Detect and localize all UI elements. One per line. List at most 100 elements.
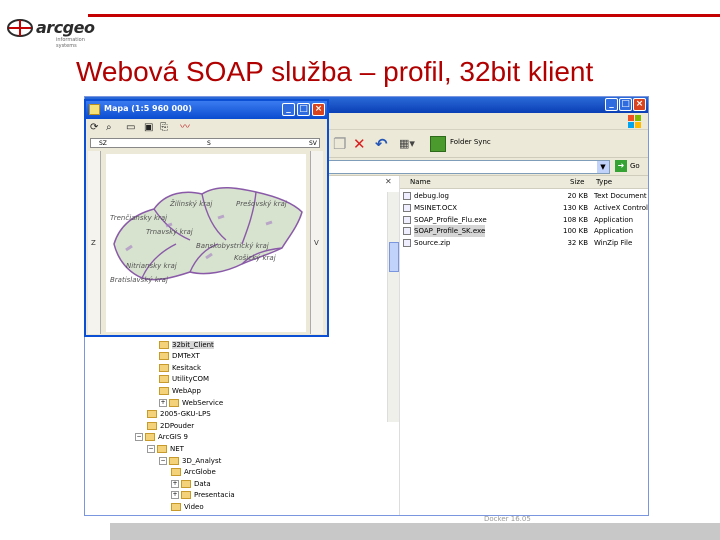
column-name[interactable]: Name	[410, 178, 431, 186]
pan-north-button[interactable]: S	[207, 140, 211, 147]
tree-item[interactable]: + Presentacia	[171, 490, 235, 501]
header-divider	[88, 14, 720, 17]
tree-expander-icon[interactable]: +	[171, 491, 179, 500]
go-button[interactable]: ➜ Go	[615, 160, 648, 174]
tree-item[interactable]: ArcGlobe	[171, 467, 216, 478]
file-size: 100 KB	[563, 227, 588, 236]
tree-item[interactable]: UtilityCOM	[159, 374, 209, 385]
file-list-header: Name Size Type	[400, 176, 648, 189]
slide-title: Webová SOAP služba – profil, 32bit klien…	[76, 56, 594, 87]
folder-icon	[169, 398, 179, 407]
file-row[interactable]: MSINET.OCX 130 KB ActiveX Control	[400, 202, 648, 214]
map-close-button[interactable]: ×	[312, 103, 325, 116]
file-icon	[403, 192, 411, 200]
map-titlebar[interactable]: Mapa (1:5 960 000) _ □ ×	[86, 101, 327, 119]
export-icon[interactable]: ⎘	[160, 122, 168, 134]
file-name: SOAP_Profile_SK.exe	[414, 225, 486, 238]
map-minimize-button[interactable]: _	[282, 103, 295, 116]
scrollbar-thumb[interactable]	[389, 242, 399, 272]
undo-icon[interactable]: ↶	[375, 136, 388, 152]
close-button[interactable]: ×	[633, 98, 646, 111]
tree-expander-icon[interactable]: +	[171, 479, 179, 488]
tree-item-label: WebService	[182, 398, 224, 407]
tree-item-label: NET	[170, 445, 184, 453]
tree-item[interactable]: − ArcGIS 9	[135, 432, 188, 443]
save-icon[interactable]: ▣	[144, 122, 153, 134]
column-type[interactable]: Type	[596, 178, 612, 186]
file-size: 108 KB	[563, 215, 588, 224]
tree-expander-icon[interactable]: −	[159, 456, 167, 465]
go-label: Go	[630, 162, 640, 170]
region-label: Nitriansky kraj	[126, 262, 177, 270]
folder-icon	[159, 340, 169, 349]
tree-item[interactable]: Video	[171, 502, 204, 513]
file-row[interactable]: Source.zip 32 KB WinZip File	[400, 237, 648, 249]
tree-item[interactable]: + Data	[171, 479, 211, 490]
region-label: Žilinský kraj	[170, 200, 213, 208]
tree-scrollbar[interactable]	[387, 192, 399, 422]
folder-icon	[171, 468, 181, 477]
views-icon[interactable]: ▦▾	[399, 136, 415, 152]
tree-item[interactable]: 32bit_Client	[159, 340, 214, 351]
map-pan-west-bar[interactable]: Z	[88, 151, 101, 334]
pan-east-button[interactable]: V	[314, 239, 319, 247]
file-icon	[403, 239, 411, 248]
folder-icon	[159, 363, 169, 372]
tree-item-label: Data	[194, 479, 211, 488]
tree-item[interactable]: Kesitack	[159, 363, 201, 374]
tree-expander-icon[interactable]: −	[135, 433, 143, 442]
tree-item[interactable]: 2005-GKU-LPS	[147, 409, 211, 420]
delete-icon[interactable]: ✕	[353, 136, 366, 152]
region-label: Bratislavský kraj	[110, 276, 168, 284]
pan-northeast-button[interactable]: SV	[309, 140, 317, 147]
map-window: Mapa (1:5 960 000) _ □ × ⟳ ⌕ ▭ ▣ ⎘ 〰 SZ …	[84, 99, 329, 337]
file-row[interactable]: debug.log 20 KB Text Document	[400, 190, 648, 202]
file-icon	[403, 203, 411, 212]
tree-item[interactable]: − 3D_Analyst	[159, 456, 221, 467]
file-row[interactable]: SOAP_Profile_Flu.exe 108 KB Application	[400, 214, 648, 226]
region-label: Trenčiansky kraj	[110, 214, 168, 222]
folder-icon	[157, 445, 167, 453]
tree-expander-icon[interactable]: +	[159, 398, 167, 407]
tree-item-label: 2DPouder	[160, 421, 195, 430]
tree-item[interactable]: WebApp	[159, 386, 201, 397]
column-size[interactable]: Size	[570, 178, 584, 186]
folder-icon	[147, 421, 157, 430]
maximize-button[interactable]: □	[619, 98, 632, 111]
pan-west-button[interactable]: Z	[91, 239, 96, 247]
zoom-icon[interactable]: ⌕	[106, 122, 112, 134]
tree-item[interactable]: DMTeXT	[159, 351, 200, 362]
file-row[interactable]: SOAP_Profile_SK.exe 100 KB Application	[400, 225, 648, 238]
folder-icon	[159, 352, 169, 361]
address-input[interactable]: ▼	[325, 160, 610, 174]
tree-item-label: DMTeXT	[172, 352, 200, 361]
refresh-icon[interactable]: ⟳	[90, 122, 98, 134]
file-size: 130 KB	[563, 203, 588, 212]
copy-icon[interactable]: ❐	[333, 136, 346, 152]
map-canvas[interactable]: Trenčiansky kraj Žilinský kraj Prešovský…	[106, 154, 306, 332]
minimize-button[interactable]: _	[605, 98, 618, 111]
tree-item-label: 3D_Analyst	[182, 456, 222, 465]
folder-sync-button[interactable]: Folder Sync	[430, 135, 515, 153]
map-pan-east-bar[interactable]: V	[310, 151, 323, 334]
logo-tagline: information systems	[56, 37, 85, 49]
tree-item[interactable]: + WebService	[159, 398, 223, 409]
pan-northwest-button[interactable]: SZ	[99, 140, 107, 147]
page-icon[interactable]: ▭	[126, 122, 135, 134]
tree-item-label: Presentacia	[194, 491, 235, 500]
folder-icon	[171, 503, 181, 511]
close-pane-icon[interactable]: ✕	[385, 177, 392, 186]
go-arrow-icon: ➜	[615, 160, 627, 172]
profile-tool-icon[interactable]: 〰	[180, 122, 190, 134]
file-type: WinZip File	[594, 239, 633, 248]
map-pan-north-bar[interactable]: SZ S SV	[90, 138, 320, 148]
tree-item[interactable]: − NET	[147, 444, 184, 455]
folder-icon	[145, 433, 155, 442]
map-maximize-button[interactable]: □	[297, 103, 310, 116]
file-list: Name Size Type debug.log 20 KB Text Docume…	[399, 176, 648, 515]
tree-item[interactable]: 2DPouder	[147, 421, 194, 432]
folder-sync-icon	[430, 136, 446, 152]
file-name: debug.log	[414, 192, 449, 200]
tree-expander-icon[interactable]: −	[147, 445, 155, 453]
chevron-down-icon[interactable]: ▼	[597, 161, 609, 173]
